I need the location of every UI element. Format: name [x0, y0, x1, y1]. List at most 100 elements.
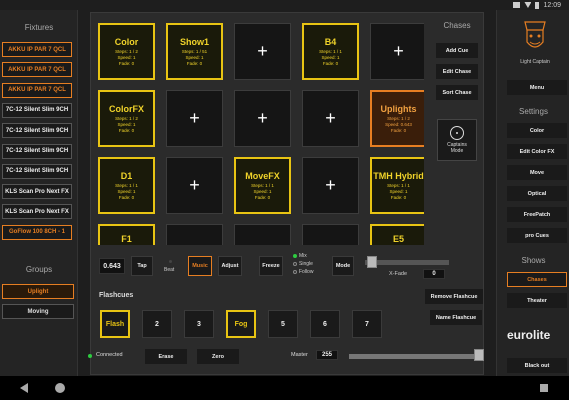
settings-item[interactable]: Optical: [507, 186, 567, 201]
empty-chase-pad[interactable]: +: [166, 90, 223, 147]
flashcue-button[interactable]: 3: [184, 310, 214, 338]
back-icon[interactable]: [20, 383, 28, 393]
beat-label: Beat: [164, 267, 175, 273]
fixtures-title: Fixtures: [24, 23, 54, 32]
fixture-item[interactable]: AKKU IP PAR 7 QCL: [2, 42, 72, 57]
master-value: 255: [316, 350, 338, 360]
chase-pad[interactable]: TMH Hybrid Steps: 1 / 1 Speed: 1 Fade: 0: [370, 157, 424, 214]
chase-pad[interactable]: F1: [98, 224, 155, 245]
shows-title: Shows: [521, 256, 546, 265]
chase-pad[interactable]: Color Steps: 1 / 2 Speed: 1 Fade: 0: [98, 23, 155, 80]
chase-pad[interactable]: D1 Steps: 1 / 1 Speed: 1 Fade: 0: [98, 157, 155, 214]
fixture-item[interactable]: 7C-12 Silent Slim 9CH: [2, 102, 72, 118]
mix-radio[interactable]: Mix: [293, 253, 307, 259]
flashcue-button[interactable]: 5: [268, 310, 298, 338]
master-slider-knob[interactable]: [474, 349, 484, 361]
fixture-item[interactable]: KLS Scan Pro Next FX: [2, 184, 72, 200]
tap-button[interactable]: Tap: [131, 256, 153, 276]
chase-pad[interactable]: ColorFX Steps: 1 / 2 Speed: 1 Fade: 0: [98, 90, 155, 147]
empty-chase-pad[interactable]: [234, 224, 291, 245]
chases-title: Chases: [443, 21, 471, 30]
empty-chase-pad[interactable]: [166, 224, 223, 245]
chase-name: ColorFX: [109, 103, 144, 114]
master-slider[interactable]: [349, 354, 479, 359]
add-cue-button[interactable]: Add Cue: [436, 43, 478, 58]
fixture-item[interactable]: 7C-12 Silent Slim 9CH: [2, 163, 72, 179]
erase-button[interactable]: Erase: [145, 349, 187, 364]
sort-chase-button[interactable]: Sort Chase: [436, 85, 478, 100]
connected-label: Connected: [96, 352, 123, 358]
chase-fade: Fade: 0: [254, 194, 271, 200]
settings-item[interactable]: Move: [507, 165, 567, 180]
fixture-item[interactable]: 7C-12 Silent Slim 9CH: [2, 123, 72, 139]
edit-chase-button[interactable]: Edit Chase: [436, 64, 478, 79]
shows-item[interactable]: Theater: [507, 293, 567, 308]
app-root: 12:09 Fixtures AKKU IP PAR 7 QCL AKKU IP …: [0, 0, 569, 400]
empty-chase-pad[interactable]: +: [234, 23, 291, 80]
settings-item[interactable]: Color: [507, 123, 567, 138]
empty-chase-pad[interactable]: [302, 224, 359, 245]
chase-name: D1: [120, 170, 133, 181]
xfade-slider-knob[interactable]: [367, 256, 377, 268]
captains-mode-button[interactable]: Captains Mode: [437, 119, 477, 161]
chase-fade: Fade: 0: [118, 127, 135, 133]
chase-name: Color: [114, 36, 139, 47]
chases-column: Chases Add Cue Edit Chase Sort Chase Cap…: [431, 13, 483, 245]
settings-item[interactable]: FreePatch: [507, 207, 567, 222]
settings-item[interactable]: Edit Color FX: [507, 144, 567, 159]
status-bar: 12:09: [0, 0, 569, 10]
remove-flashcue-button[interactable]: Remove Flashcue: [425, 289, 483, 304]
chase-pad[interactable]: B4 Steps: 1 / 1 Speed: 1 Fade: 0: [302, 23, 359, 80]
android-nav-bar: [0, 376, 569, 400]
mode-button[interactable]: Mode: [332, 256, 354, 276]
shows-item[interactable]: Chases: [507, 272, 567, 287]
light-captain-logo: Light Captain: [520, 16, 550, 65]
chase-pad[interactable]: Uplights Steps: 1 / 2 Speed: 0.643 Fade: 0: [370, 90, 424, 147]
flashcue-button[interactable]: 7: [352, 310, 382, 338]
group-item[interactable]: Uplight: [2, 284, 74, 299]
plus-icon: +: [257, 41, 268, 61]
group-item[interactable]: Moving: [2, 304, 74, 319]
chase-pad[interactable]: Show1 Steps: 1 / 51 Speed: 1 Fade: 0: [166, 23, 223, 80]
plus-icon: +: [189, 175, 200, 195]
freeze-button[interactable]: Freeze: [259, 256, 283, 276]
logo-caption: Light Captain: [520, 59, 550, 65]
fixture-item[interactable]: GoFlow 100 8CH - 1: [2, 224, 72, 240]
flashcue-button[interactable]: 2: [142, 310, 172, 338]
empty-chase-pad[interactable]: +: [302, 90, 359, 147]
flashcue-button[interactable]: Fog: [226, 310, 256, 338]
flashcue-button[interactable]: 6: [310, 310, 340, 338]
fixture-item[interactable]: AKKU IP PAR 7 QCL: [2, 82, 72, 98]
fixture-item[interactable]: AKKU IP PAR 7 QCL: [2, 62, 72, 78]
chase-name: Uplights: [380, 103, 417, 114]
recent-apps-icon[interactable]: [540, 384, 548, 392]
signal-icon: [513, 2, 521, 8]
fixture-item[interactable]: KLS Scan Pro Next FX: [2, 204, 72, 220]
empty-chase-pad[interactable]: +: [370, 23, 424, 80]
xfade-slider[interactable]: [365, 260, 449, 265]
home-icon[interactable]: [55, 383, 65, 393]
empty-chase-pad[interactable]: +: [302, 157, 359, 214]
name-flashcue-button[interactable]: Name Flashcue: [430, 310, 482, 325]
adjust-button[interactable]: Adjust: [218, 256, 242, 276]
chase-fade: Fade: 0: [322, 60, 339, 66]
chase-fade: Fade: 0: [118, 60, 135, 66]
chase-pad[interactable]: MoveFX Steps: 1 / 1 Speed: 1 Fade: 0: [234, 157, 291, 214]
follow-radio[interactable]: Follow: [293, 269, 313, 275]
empty-chase-pad[interactable]: +: [166, 157, 223, 214]
chase-name: MoveFX: [245, 170, 280, 181]
captain-logo-icon: [524, 21, 546, 48]
settings-item[interactable]: pro Cues: [507, 228, 567, 243]
empty-chase-pad[interactable]: +: [234, 90, 291, 147]
zero-button[interactable]: Zero: [197, 349, 239, 364]
menu-button[interactable]: Menu: [507, 80, 567, 95]
blackout-button[interactable]: Black out: [507, 358, 567, 373]
radio-off-icon: [293, 262, 297, 266]
chase-pad[interactable]: E5: [370, 224, 424, 245]
fixture-item[interactable]: 7C-12 Silent Slim 9CH: [2, 143, 72, 159]
chase-fade: Fade: 0: [390, 194, 407, 200]
plus-icon: +: [325, 175, 336, 195]
flashcue-button[interactable]: Flash: [100, 310, 130, 338]
single-radio[interactable]: Single: [293, 261, 313, 267]
music-button[interactable]: Music: [188, 256, 212, 276]
